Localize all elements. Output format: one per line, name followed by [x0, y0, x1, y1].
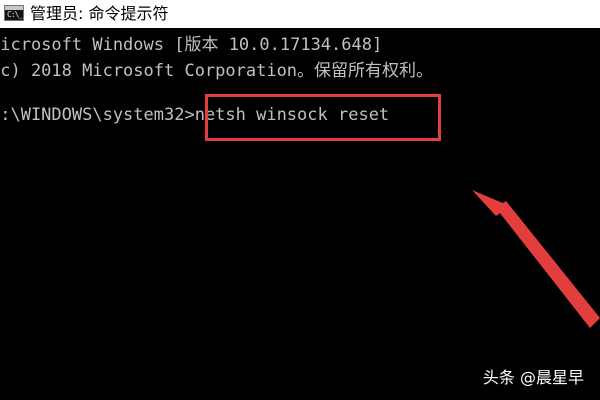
- red-arrow-icon: [472, 190, 600, 328]
- watermark: 头条 @晨星早: [482, 368, 584, 387]
- arrow-shaft: [496, 201, 600, 328]
- cmd-window: C:\_ 管理员: 命令提示符 Microsoft Windows [版本 10…: [0, 0, 600, 400]
